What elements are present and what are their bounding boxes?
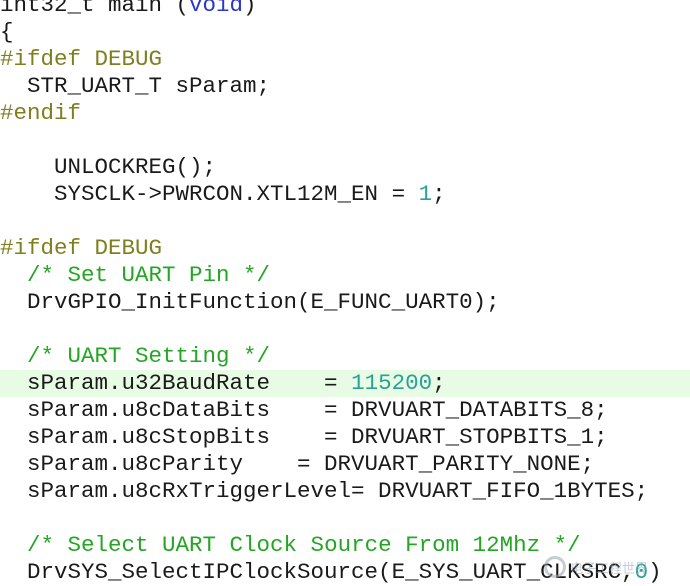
code-line[interactable]: sParam.u8cStopBits = DRVUART_STOPBITS_1; xyxy=(0,424,690,451)
code-token: 1 xyxy=(418,181,433,207)
code-line[interactable]: sParam.u8cParity = DRVUART_PARITY_NONE; xyxy=(0,451,690,478)
code-line[interactable] xyxy=(0,505,690,532)
code-token: ) xyxy=(243,0,257,18)
watermark: 电子工程世界 xyxy=(544,552,684,582)
code-token: ; xyxy=(432,370,446,396)
code-token: 115200 xyxy=(351,370,433,396)
code-line[interactable]: #endif xyxy=(0,100,690,127)
watermark-logo-icon xyxy=(544,556,566,578)
code-token: UNLOCKREG(); xyxy=(0,154,217,180)
code-line[interactable] xyxy=(0,127,690,154)
code-line[interactable]: UNLOCKREG(); xyxy=(0,154,690,181)
code-token: void xyxy=(189,0,244,18)
code-line[interactable]: sParam.u8cDataBits = DRVUART_DATABITS_8; xyxy=(0,397,690,424)
code-line[interactable] xyxy=(0,208,690,235)
code-line[interactable]: #ifdef DEBUG xyxy=(0,46,690,73)
code-token: sParam.u8cDataBits = DRVUART_DATABITS_8; xyxy=(0,397,608,423)
code-line[interactable]: DrvGPIO_InitFunction(E_FUNC_UART0); xyxy=(0,289,690,316)
code-line[interactable]: /* Set UART Pin */ xyxy=(0,262,690,289)
code-token: /* Set UART Pin */ xyxy=(27,262,271,288)
code-token: #ifdef DEBUG xyxy=(0,46,163,72)
code-line[interactable]: { xyxy=(0,19,690,46)
watermark-text: 电子工程世界 xyxy=(570,561,649,577)
code-token: #ifdef DEBUG xyxy=(0,235,163,261)
code-token: sParam.u8cStopBits = DRVUART_STOPBITS_1; xyxy=(0,424,608,450)
code-token: #endif xyxy=(0,100,82,126)
code-token: DrvSYS_SelectIPClockSource(E_SYS_UART_CL… xyxy=(0,559,635,585)
code-line[interactable]: /* UART Setting */ xyxy=(0,343,690,370)
code-token: sParam.u8cParity = DRVUART_PARITY_NONE; xyxy=(0,451,595,477)
code-token: sParam.u32BaudRate = xyxy=(0,370,352,396)
code-line[interactable]: sParam.u32BaudRate = 115200; xyxy=(0,370,690,397)
code-token: SYSCLK->PWRCON.XTL12M_EN = xyxy=(0,181,419,207)
code-token: int32_t main ( xyxy=(0,0,190,18)
code-line[interactable]: int32_t main (void) xyxy=(0,0,690,19)
code-line[interactable]: SYSCLK->PWRCON.XTL12M_EN = 1; xyxy=(0,181,690,208)
code-line[interactable]: #ifdef DEBUG xyxy=(0,235,690,262)
code-token: ; xyxy=(432,181,446,207)
code-editor[interactable]: int32_t main (void){#ifdef DEBUG STR_UAR… xyxy=(0,0,690,585)
code-token: DrvGPIO_InitFunction(E_FUNC_UART0); xyxy=(0,289,500,315)
code-line[interactable]: sParam.u8cRxTriggerLevel= DRVUART_FIFO_1… xyxy=(0,478,690,505)
code-token: STR_UART_T sParam; xyxy=(0,73,271,99)
code-token: /* UART Setting */ xyxy=(27,343,271,369)
code-token: sParam.u8cRxTriggerLevel= DRVUART_FIFO_1… xyxy=(0,478,649,504)
code-token: /* Select UART Clock Source From 12Mhz *… xyxy=(27,532,581,558)
code-line[interactable] xyxy=(0,316,690,343)
code-line[interactable]: STR_UART_T sParam; xyxy=(0,73,690,100)
code-token: { xyxy=(0,19,14,45)
